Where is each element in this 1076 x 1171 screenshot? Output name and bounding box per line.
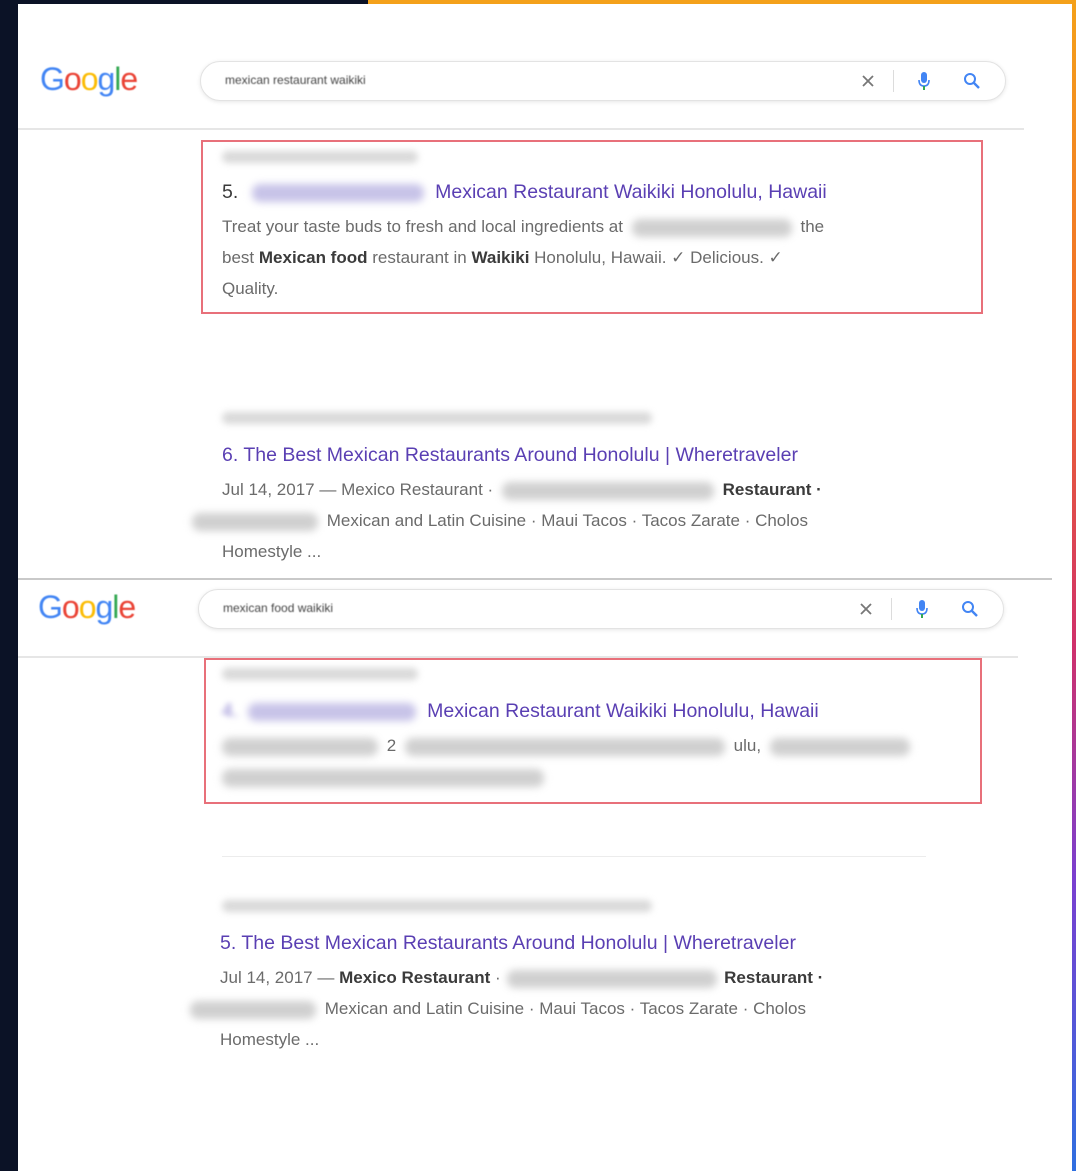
snippet-bold-text: Mexico Restaurant: [339, 968, 491, 987]
google-logo[interactable]: Google: [40, 61, 138, 98]
search-bar[interactable]: mexican restaurant waikiki: [200, 61, 1006, 101]
microphone-icon[interactable]: [911, 598, 933, 620]
header-divider: [18, 128, 1024, 130]
search-input[interactable]: mexican restaurant waikiki: [225, 73, 366, 87]
result-divider: [222, 856, 926, 857]
frame-accent-right: [1072, 0, 1076, 1171]
screenshot-canvas: Google mexican restaurant waikiki 5. Mex…: [18, 4, 1072, 1171]
snippet-text: Homestyle ...: [220, 1030, 320, 1049]
result-number: 5.: [220, 932, 237, 954]
snippet-text: ·: [495, 968, 501, 987]
redacted-text: [501, 481, 714, 500]
searchbar-divider: [891, 598, 892, 620]
result-title-link[interactable]: The Best Mexican Restaurants Around Hono…: [243, 444, 798, 466]
highlight-box: [204, 658, 982, 804]
snippet-bold-text: Restaurant ·: [724, 968, 824, 987]
result-snippet: Jul 14, 2017 — Mexico Restaurant · Resta…: [190, 962, 920, 1055]
search-bar[interactable]: mexican food waikiki: [198, 589, 1004, 629]
redacted-text: [192, 512, 318, 531]
panel-divider: [18, 578, 1052, 580]
close-icon[interactable]: [857, 70, 879, 92]
snippet-text: Mexican and Latin Cuisine · Maui Tacos ·…: [324, 999, 806, 1018]
result-url[interactable]: [222, 412, 652, 424]
result-snippet: Jul 14, 2017 — Mexico Restaurant · Resta…: [192, 474, 922, 567]
google-logo[interactable]: Google: [38, 589, 136, 626]
result-url[interactable]: [222, 900, 652, 912]
microphone-icon[interactable]: [913, 70, 935, 92]
snippet-text: Jul 14, 2017 —: [220, 968, 335, 987]
search-icon[interactable]: [959, 598, 981, 620]
searchbar-divider: [893, 70, 894, 92]
search-input[interactable]: mexican food waikiki: [223, 601, 333, 615]
snippet-text: Mexican and Latin Cuisine · Maui Tacos ·…: [326, 511, 808, 530]
result-number: 6.: [222, 444, 239, 466]
redacted-text: [190, 1000, 316, 1019]
snippet-text: Homestyle ...: [222, 542, 322, 561]
search-icon[interactable]: [961, 70, 983, 92]
snippet-text: Jul 14, 2017 — Mexico Restaurant ·: [222, 480, 494, 499]
redacted-text: [507, 969, 718, 988]
result-title-link[interactable]: The Best Mexican Restaurants Around Hono…: [241, 932, 796, 954]
highlight-box: [201, 140, 983, 314]
close-icon[interactable]: [855, 598, 877, 620]
snippet-bold-text: Restaurant ·: [722, 480, 822, 499]
